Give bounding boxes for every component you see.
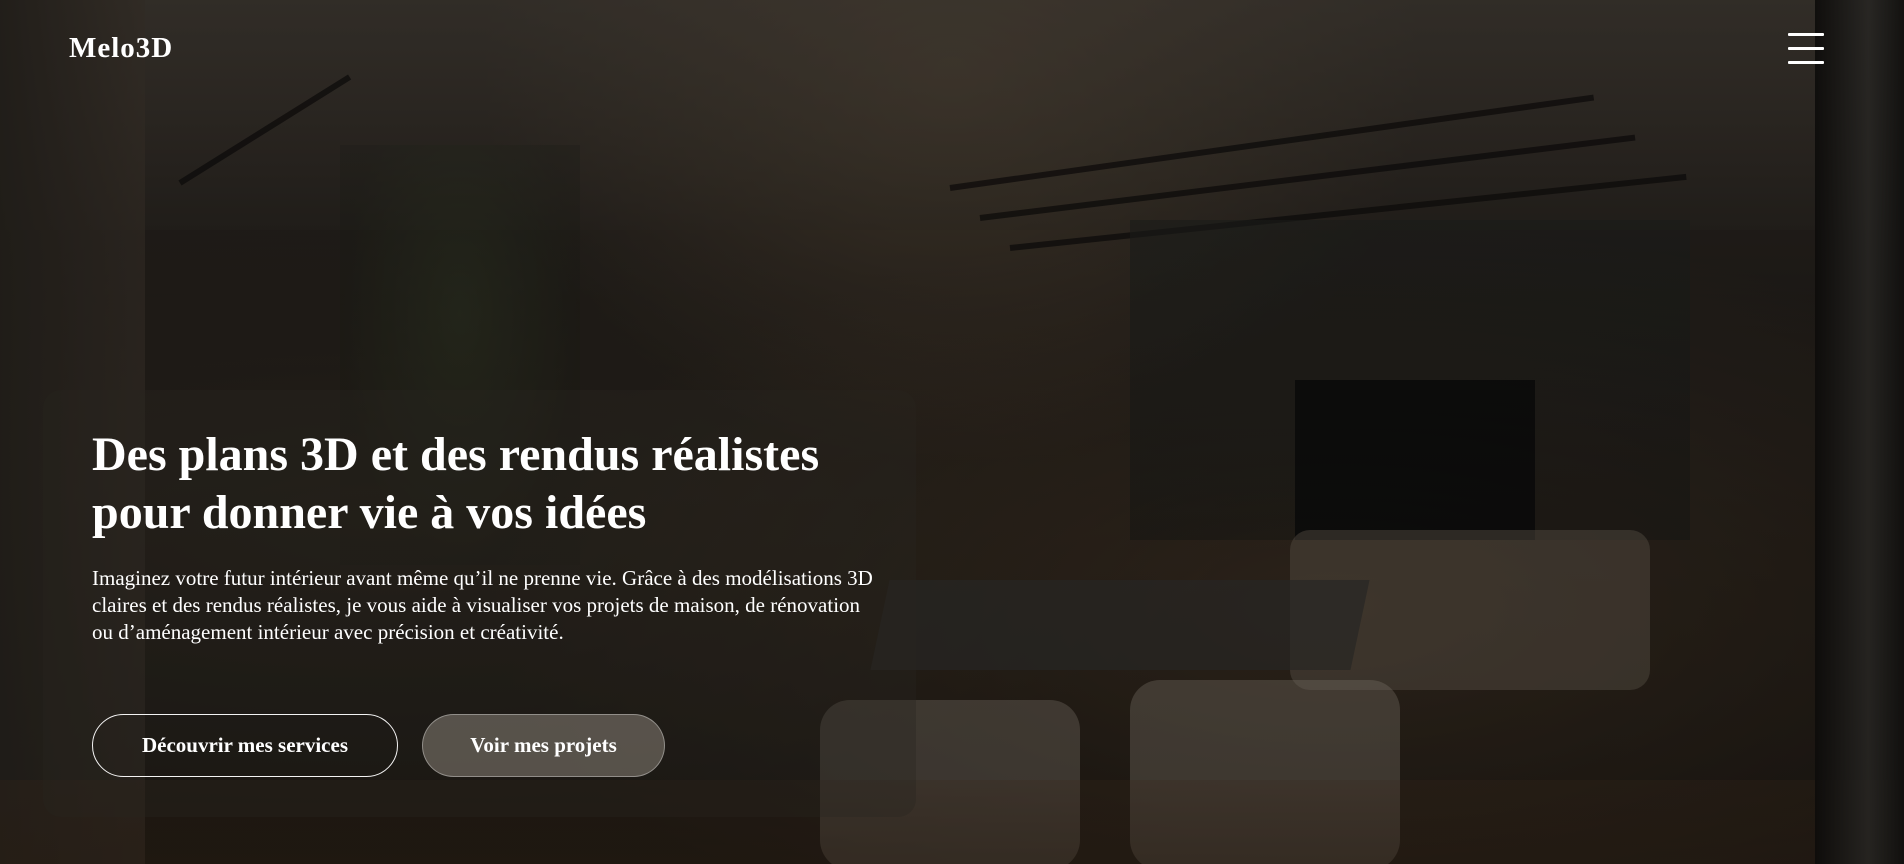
hero-description: Imaginez votre futur intérieur avant mêm… xyxy=(92,566,873,644)
page: Melo3D Des plans 3D et des rendus réalis… xyxy=(0,0,1904,864)
menu-bar xyxy=(1788,47,1824,50)
view-projects-button[interactable]: Voir mes projets xyxy=(422,714,665,777)
discover-services-button[interactable]: Découvrir mes services xyxy=(92,714,398,777)
menu-bar xyxy=(1788,61,1824,64)
site-logo[interactable]: Melo3D xyxy=(69,32,173,65)
hero-title: Des plans 3D et des rendus réalistes pou… xyxy=(92,428,820,539)
menu-bar xyxy=(1788,33,1824,36)
hamburger-menu-icon[interactable] xyxy=(1788,33,1824,67)
